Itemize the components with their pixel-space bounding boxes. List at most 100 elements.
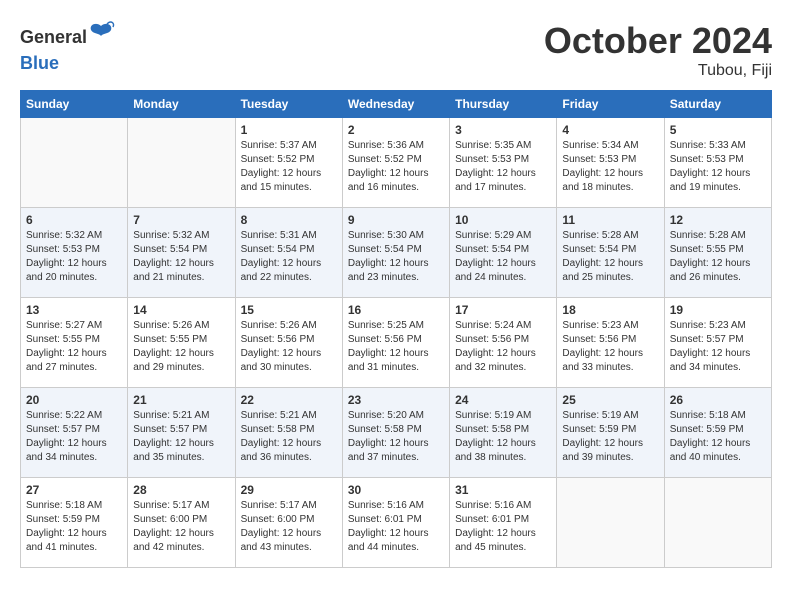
calendar-cell: 6 Sunrise: 5:32 AMSunset: 5:53 PMDaylight…: [21, 208, 128, 298]
day-number: 3: [455, 123, 551, 137]
calendar-cell: 9 Sunrise: 5:30 AMSunset: 5:54 PMDaylight…: [342, 208, 449, 298]
calendar-cell: 17 Sunrise: 5:24 AMSunset: 5:56 PMDayligh…: [450, 298, 557, 388]
logo: General Blue: [20, 20, 115, 72]
day-of-week-header: Tuesday: [235, 91, 342, 118]
cell-content: Sunrise: 5:27 AMSunset: 5:55 PMDaylight:…: [26, 319, 122, 375]
calendar-cell: [21, 118, 128, 208]
calendar-cell: [128, 118, 235, 208]
day-number: 8: [241, 213, 337, 227]
calendar-table: SundayMondayTuesdayWednesdayThursdayFrid…: [20, 90, 772, 568]
calendar-cell: 28 Sunrise: 5:17 AMSunset: 6:00 PMDayligh…: [128, 478, 235, 568]
calendar-cell: [664, 478, 771, 568]
cell-content: Sunrise: 5:28 AMSunset: 5:55 PMDaylight:…: [670, 229, 766, 285]
calendar-cell: 23 Sunrise: 5:20 AMSunset: 5:58 PMDayligh…: [342, 388, 449, 478]
day-number: 14: [133, 303, 229, 317]
day-number: 2: [348, 123, 444, 137]
calendar-cell: 29Sunrise: 5:17 AMSunset: 6:00 PMDayligh…: [235, 478, 342, 568]
day-number: 17: [455, 303, 551, 317]
calendar-cell: 1 Sunrise: 5:37 AMSunset: 5:52 PMDaylight…: [235, 118, 342, 208]
calendar-cell: 14 Sunrise: 5:26 AMSunset: 5:55 PMDayligh…: [128, 298, 235, 388]
day-number: 10: [455, 213, 551, 227]
logo-blue: Blue: [20, 54, 115, 72]
cell-content: Sunrise: 5:24 AMSunset: 5:56 PMDaylight:…: [455, 319, 551, 375]
cell-content: Sunrise: 5:37 AMSunset: 5:52 PMDaylight:…: [241, 139, 337, 195]
calendar-cell: 10 Sunrise: 5:29 AMSunset: 5:54 PMDayligh…: [450, 208, 557, 298]
cell-content: Sunrise: 5:25 AMSunset: 5:56 PMDaylight:…: [348, 319, 444, 375]
day-number: 31: [455, 483, 551, 497]
day-number: 30: [348, 483, 444, 497]
calendar-cell: 11 Sunrise: 5:28 AMSunset: 5:54 PMDayligh…: [557, 208, 664, 298]
day-of-week-header: Thursday: [450, 91, 557, 118]
cell-content: Sunrise: 5:31 AMSunset: 5:54 PMDaylight:…: [241, 229, 337, 285]
cell-content: Sunrise: 5:21 AMSunset: 5:58 PMDaylight:…: [241, 409, 337, 465]
calendar-cell: 15 Sunrise: 5:26 AMSunset: 5:56 PMDayligh…: [235, 298, 342, 388]
cell-content: Sunrise: 5:35 AMSunset: 5:53 PMDaylight:…: [455, 139, 551, 195]
day-number: 27: [26, 483, 122, 497]
day-number: 23: [348, 393, 444, 407]
day-number: 5: [670, 123, 766, 137]
calendar-cell: 26Sunrise: 5:18 AMSunset: 5:59 PMDayligh…: [664, 388, 771, 478]
cell-content: Sunrise: 5:36 AMSunset: 5:52 PMDaylight:…: [348, 139, 444, 195]
logo-general: General: [20, 28, 87, 46]
day-number: 20: [26, 393, 122, 407]
cell-content: Sunrise: 5:21 AMSunset: 5:57 PMDaylight:…: [133, 409, 229, 465]
title-block: October 2024 Tubou, Fiji: [544, 20, 772, 80]
cell-content: Sunrise: 5:16 AMSunset: 6:01 PMDaylight:…: [348, 499, 444, 555]
day-number: 12: [670, 213, 766, 227]
cell-content: Sunrise: 5:26 AMSunset: 5:56 PMDaylight:…: [241, 319, 337, 375]
calendar-cell: 13Sunrise: 5:27 AMSunset: 5:55 PMDayligh…: [21, 298, 128, 388]
cell-content: Sunrise: 5:19 AMSunset: 5:59 PMDaylight:…: [562, 409, 658, 465]
cell-content: Sunrise: 5:26 AMSunset: 5:55 PMDaylight:…: [133, 319, 229, 375]
cell-content: Sunrise: 5:34 AMSunset: 5:53 PMDaylight:…: [562, 139, 658, 195]
cell-content: Sunrise: 5:32 AMSunset: 5:54 PMDaylight:…: [133, 229, 229, 285]
day-number: 15: [241, 303, 337, 317]
cell-content: Sunrise: 5:19 AMSunset: 5:58 PMDaylight:…: [455, 409, 551, 465]
calendar-cell: 21Sunrise: 5:21 AMSunset: 5:57 PMDayligh…: [128, 388, 235, 478]
cell-content: Sunrise: 5:29 AMSunset: 5:54 PMDaylight:…: [455, 229, 551, 285]
day-number: 19: [670, 303, 766, 317]
day-number: 1: [241, 123, 337, 137]
calendar-body: 1 Sunrise: 5:37 AMSunset: 5:52 PMDaylight…: [21, 118, 772, 568]
day-number: 28: [133, 483, 229, 497]
calendar-cell: 3 Sunrise: 5:35 AMSunset: 5:53 PMDaylight…: [450, 118, 557, 208]
day-number: 29: [241, 483, 337, 497]
calendar-cell: 31Sunrise: 5:16 AMSunset: 6:01 PMDayligh…: [450, 478, 557, 568]
calendar-cell: 5 Sunrise: 5:33 AMSunset: 5:53 PMDaylight…: [664, 118, 771, 208]
day-of-week-header: Monday: [128, 91, 235, 118]
day-of-week-header: Wednesday: [342, 91, 449, 118]
calendar-cell: 30 Sunrise: 5:16 AMSunset: 6:01 PMDayligh…: [342, 478, 449, 568]
calendar-cell: 2 Sunrise: 5:36 AMSunset: 5:52 PMDaylight…: [342, 118, 449, 208]
cell-content: Sunrise: 5:28 AMSunset: 5:54 PMDaylight:…: [562, 229, 658, 285]
day-number: 24: [455, 393, 551, 407]
day-number: 11: [562, 213, 658, 227]
calendar-header: SundayMondayTuesdayWednesdayThursdayFrid…: [21, 91, 772, 118]
calendar-cell: 12 Sunrise: 5:28 AMSunset: 5:55 PMDayligh…: [664, 208, 771, 298]
cell-content: Sunrise: 5:33 AMSunset: 5:53 PMDaylight:…: [670, 139, 766, 195]
calendar-cell: 27Sunrise: 5:18 AMSunset: 5:59 PMDayligh…: [21, 478, 128, 568]
calendar-cell: [557, 478, 664, 568]
calendar-cell: 24 Sunrise: 5:19 AMSunset: 5:58 PMDayligh…: [450, 388, 557, 478]
cell-content: Sunrise: 5:17 AMSunset: 6:00 PMDaylight:…: [133, 499, 229, 555]
cell-content: Sunrise: 5:20 AMSunset: 5:58 PMDaylight:…: [348, 409, 444, 465]
cell-content: Sunrise: 5:32 AMSunset: 5:53 PMDaylight:…: [26, 229, 122, 285]
calendar-cell: 8 Sunrise: 5:31 AMSunset: 5:54 PMDaylight…: [235, 208, 342, 298]
day-number: 16: [348, 303, 444, 317]
calendar-cell: 25 Sunrise: 5:19 AMSunset: 5:59 PMDayligh…: [557, 388, 664, 478]
cell-content: Sunrise: 5:30 AMSunset: 5:54 PMDaylight:…: [348, 229, 444, 285]
page-header: General Blue October 2024 Tubou, Fiji: [20, 20, 772, 80]
day-number: 6: [26, 213, 122, 227]
day-of-week-header: Saturday: [664, 91, 771, 118]
day-number: 9: [348, 213, 444, 227]
cell-content: Sunrise: 5:23 AMSunset: 5:56 PMDaylight:…: [562, 319, 658, 375]
day-number: 7: [133, 213, 229, 227]
calendar-cell: 4 Sunrise: 5:34 AMSunset: 5:53 PMDaylight…: [557, 118, 664, 208]
cell-content: Sunrise: 5:22 AMSunset: 5:57 PMDaylight:…: [26, 409, 122, 465]
month-title: October 2024: [544, 20, 772, 62]
day-of-week-header: Sunday: [21, 91, 128, 118]
day-number: 25: [562, 393, 658, 407]
logo-bird-icon: [87, 20, 115, 54]
day-of-week-header: Friday: [557, 91, 664, 118]
calendar-cell: 16 Sunrise: 5:25 AMSunset: 5:56 PMDayligh…: [342, 298, 449, 388]
location: Tubou, Fiji: [544, 62, 772, 80]
day-number: 4: [562, 123, 658, 137]
